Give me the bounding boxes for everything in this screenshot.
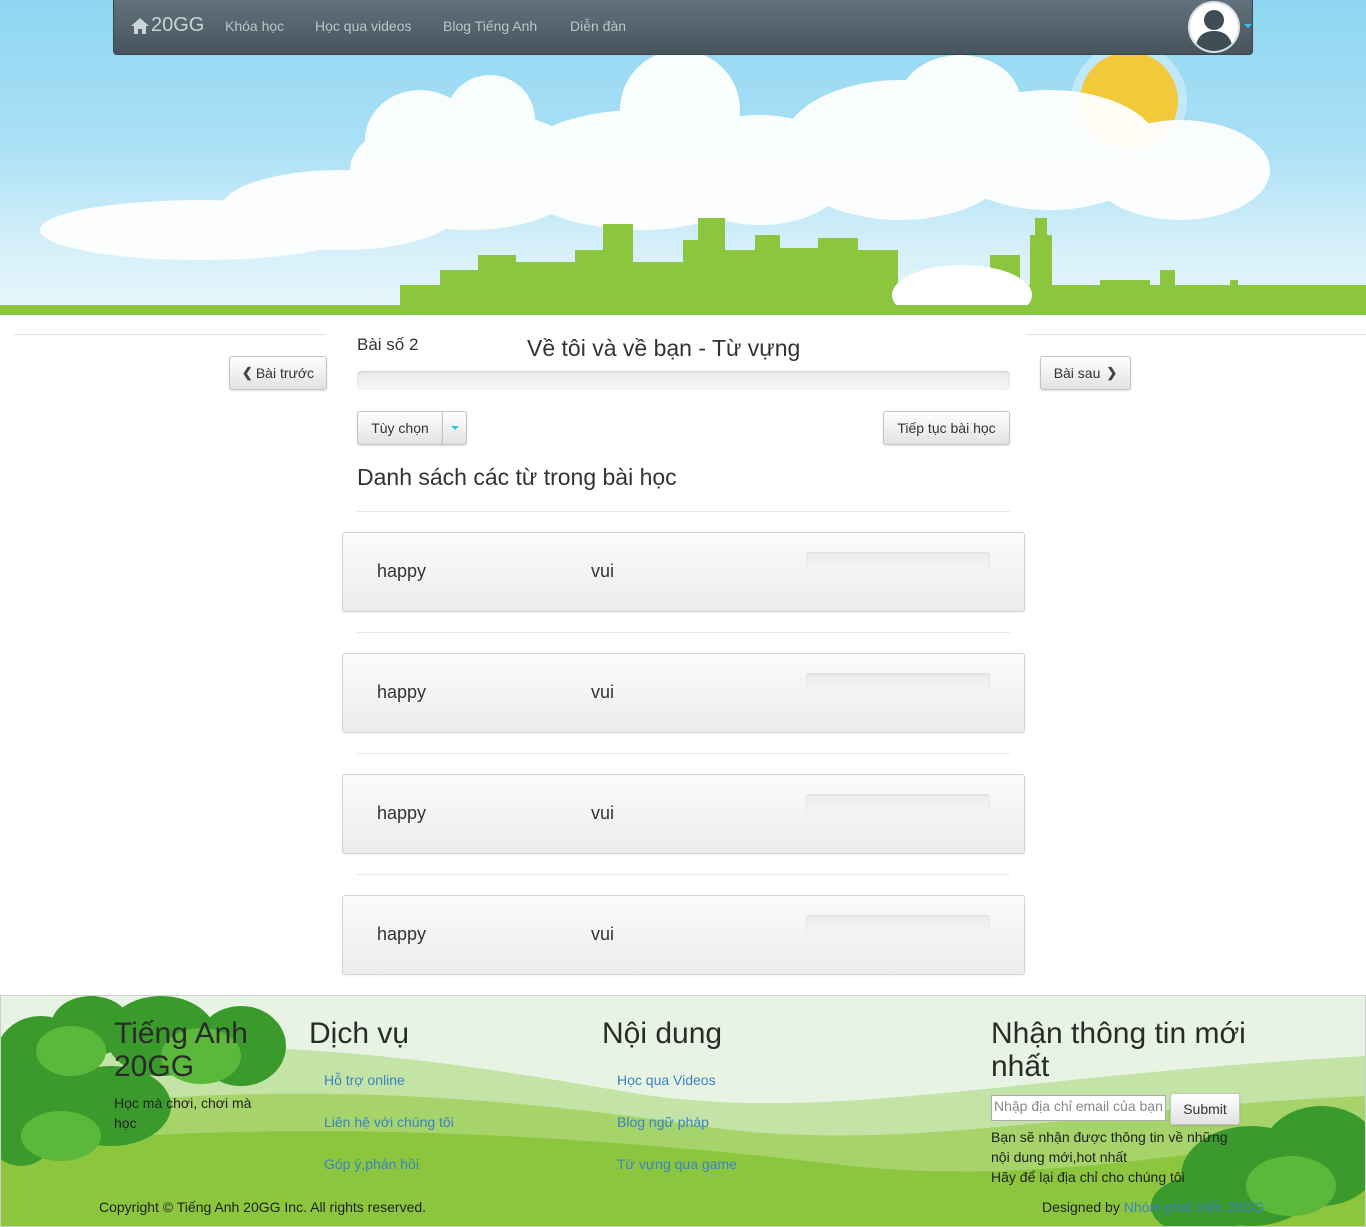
- lesson-title: Về tôi và về bạn - Từ vựng: [527, 335, 801, 361]
- newsletter-note-2: Hãy để lại địa chỉ cho chúng tôi: [991, 1169, 1185, 1185]
- divider: [357, 874, 1010, 875]
- footer-link-vocab-game[interactable]: Từ vựng qua game: [617, 1156, 737, 1172]
- caret-down-icon[interactable]: [1244, 24, 1252, 28]
- footer-services-title: Dịch vụ: [309, 1017, 410, 1050]
- nav-link-forum[interactable]: Diễn đàn: [570, 18, 626, 34]
- designed-by-link[interactable]: Nhóm phát triển 20GG: [1124, 1199, 1265, 1215]
- word-card[interactable]: happy vui: [342, 532, 1025, 612]
- newsletter-note: Bạn sẽ nhận được thông tin về những nội …: [991, 1129, 1228, 1165]
- footer-content-title: Nội dung: [602, 1017, 723, 1050]
- chevron-left-icon: ❮: [241, 365, 253, 380]
- next-lesson-label: Bài sau: [1053, 365, 1101, 381]
- top-navbar: 20GG Khóa học Học qua videos Blog Tiếng …: [113, 0, 1253, 55]
- designed-by-prefix: Designed by: [1042, 1199, 1120, 1215]
- footer-link-support[interactable]: Hỗ trợ online: [324, 1072, 405, 1088]
- options-dropdown-toggle[interactable]: [442, 411, 467, 445]
- brand-text: 20GG: [151, 14, 205, 36]
- footer-copyright: Copyright © Tiếng Anh 20GG Inc. All righ…: [99, 1199, 427, 1215]
- word-answer-box[interactable]: [806, 794, 990, 815]
- footer-about-title: Tiếng Anh 20GG: [114, 1017, 248, 1083]
- word-vietnamese: vui: [591, 924, 615, 944]
- user-icon: [1195, 10, 1233, 51]
- prev-lesson-button[interactable]: ❮ Bài trước: [229, 356, 327, 390]
- footer-link-contact[interactable]: Liên hệ với chúng tôi: [324, 1114, 454, 1130]
- word-vietnamese: vui: [591, 803, 615, 823]
- divider: [357, 753, 1010, 754]
- footer-designed-by: Designed by Nhóm phát triển 20GG: [1042, 1197, 1265, 1217]
- word-english: happy: [377, 803, 427, 823]
- footer-tagline: Học mà chơi, chơi mà học: [114, 1095, 252, 1131]
- footer-newsletter-title: Nhận thông tin mới nhất: [991, 1017, 1246, 1083]
- word-vietnamese: vui: [591, 561, 615, 581]
- nav-link-blog[interactable]: Blog Tiếng Anh: [443, 18, 537, 34]
- word-vietnamese: vui: [591, 682, 615, 702]
- options-button[interactable]: Tùy chọn: [357, 411, 443, 445]
- word-card[interactable]: happy vui: [342, 653, 1025, 733]
- site-footer: Tiếng Anh 20GG Học mà chơi, chơi mà học …: [0, 995, 1366, 1227]
- word-answer-box[interactable]: [806, 552, 990, 573]
- footer-link-videos[interactable]: Học qua Videos: [617, 1072, 716, 1088]
- word-english: happy: [377, 682, 427, 702]
- continue-lesson-button[interactable]: Tiếp tục bài học: [883, 411, 1010, 445]
- footer-link-feedback[interactable]: Góp ý,phản hồi: [324, 1156, 419, 1172]
- divider: [357, 632, 1010, 633]
- nav-link-courses[interactable]: Khóa học: [225, 18, 284, 34]
- word-answer-box[interactable]: [806, 673, 990, 694]
- nav-link-videos[interactable]: Học qua videos: [315, 18, 412, 34]
- newsletter-email-input[interactable]: Nhập địa chỉ email của bạn: [991, 1095, 1166, 1121]
- prev-lesson-label: Bài trước: [255, 365, 315, 381]
- lesson-number: Bài số 2: [357, 335, 419, 354]
- home-icon: [131, 17, 149, 34]
- word-english: happy: [377, 561, 427, 581]
- word-english: happy: [377, 924, 427, 944]
- caret-down-icon: [450, 426, 459, 430]
- next-lesson-button[interactable]: Bài sau ❯: [1040, 356, 1131, 390]
- word-card[interactable]: happy vui: [342, 774, 1025, 854]
- divider: [357, 511, 1010, 512]
- footer-link-grammar-blog[interactable]: Blog ngữ pháp: [617, 1114, 709, 1130]
- word-list-title: Danh sách các từ trong bài học: [357, 464, 677, 490]
- divider: [1026, 334, 1366, 335]
- user-avatar[interactable]: [1188, 1, 1240, 53]
- newsletter-submit-button[interactable]: Submit: [1170, 1093, 1240, 1125]
- lesson-progress-bar: [357, 371, 1010, 390]
- word-answer-box[interactable]: [806, 915, 990, 936]
- chevron-right-icon: ❯: [1106, 365, 1118, 380]
- divider: [14, 334, 326, 335]
- brand-link[interactable]: 20GG: [130, 14, 204, 37]
- word-card[interactable]: happy vui: [342, 895, 1025, 975]
